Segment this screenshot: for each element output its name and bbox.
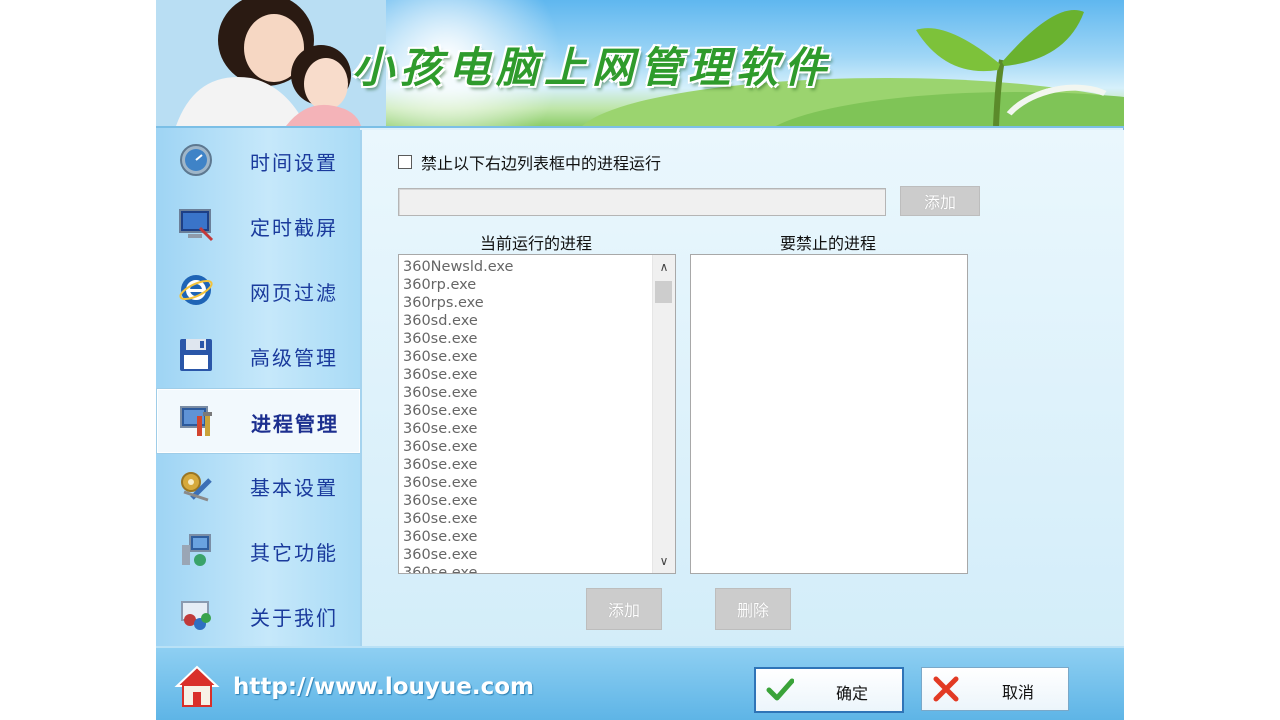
monitor-icon (179, 209, 214, 242)
sidebar-item-label: 基本设置 (250, 476, 338, 500)
ie-browser-icon (179, 275, 213, 305)
sidebar-item-label: 高级管理 (250, 346, 338, 370)
list-item[interactable]: 360se.exe (403, 564, 513, 573)
gear-tools-icon (181, 472, 212, 502)
running-processes-items: 360Newsld.exe 360rp.exe 360rps.exe 360sd.ex… (403, 258, 513, 573)
scroll-down-arrow-icon[interactable]: ∨ (653, 551, 675, 571)
list-item[interactable]: 360se.exe (403, 510, 513, 528)
sidebar-item-basic-settings[interactable]: 基本设置 (156, 453, 360, 517)
sidebar-item-label: 网页过滤 (250, 281, 338, 305)
running-processes-header: 当前运行的进程 (479, 234, 592, 253)
sidebar-item-label: 时间设置 (250, 151, 338, 175)
check-icon (766, 678, 794, 701)
floppy-disk-icon (180, 339, 212, 371)
sidebar-item-label: 进程管理 (251, 412, 339, 436)
list-item[interactable]: 360se.exe (403, 402, 513, 420)
sidebar-item-time-settings[interactable]: 时间设置 (156, 128, 360, 192)
process-name-input[interactable] (398, 188, 886, 216)
ok-button-label: 确定 (836, 684, 869, 703)
ok-button[interactable]: 确定 (754, 667, 904, 713)
remove-from-blocked-button[interactable]: 删除 (715, 588, 791, 630)
sidebar-item-process-management[interactable]: 进程管理 (156, 388, 360, 454)
footer-bar: http://www.louyue.com 确定 取消 (156, 646, 1124, 720)
cancel-button-label: 取消 (1002, 683, 1035, 702)
sidebar-item-about-us[interactable]: 关于我们 (156, 583, 360, 647)
sidebar-item-label: 关于我们 (250, 606, 338, 630)
list-item[interactable]: 360se.exe (403, 528, 513, 546)
header-banner: 小孩电脑上网管理软件 (156, 0, 1124, 128)
blocked-processes-header: 要禁止的进程 (779, 234, 876, 253)
running-list-scrollbar[interactable]: ∧ ∨ (652, 255, 675, 573)
list-item[interactable]: 360se.exe (403, 348, 513, 366)
list-item[interactable]: 360se.exe (403, 456, 513, 474)
tools-icon (180, 406, 212, 436)
list-item[interactable]: 360se.exe (403, 366, 513, 384)
blocked-processes-list[interactable] (690, 254, 968, 574)
list-item[interactable]: 360Newsld.exe (403, 258, 513, 276)
app-title: 小孩电脑上网管理软件 (352, 43, 833, 92)
process-management-panel: 禁止以下右边列表框中的进程运行 添加 当前运行的进程 要禁止的进程 360New… (360, 130, 1124, 646)
list-item[interactable]: 360se.exe (403, 384, 513, 402)
close-icon (933, 676, 959, 702)
running-processes-list[interactable]: 360Newsld.exe 360rp.exe 360rps.exe 360sd.ex… (398, 254, 676, 574)
sidebar-item-other-functions[interactable]: 其它功能 (156, 518, 360, 582)
list-item[interactable]: 360se.exe (403, 474, 513, 492)
list-item[interactable]: 360rp.exe (403, 276, 513, 294)
app-window: 小孩电脑上网管理软件 时间设置 定时截屏 网页过滤 高级管理 进程管理 基本设置… (156, 0, 1124, 720)
sidebar-item-web-filter[interactable]: 网页过滤 (156, 258, 360, 322)
list-item[interactable]: 360se.exe (403, 330, 513, 348)
add-process-name-button[interactable]: 添加 (900, 186, 980, 216)
sidebar-item-label: 其它功能 (250, 541, 338, 565)
clock-icon (180, 144, 212, 176)
website-link[interactable]: http://www.louyue.com (233, 674, 534, 700)
list-item[interactable]: 360se.exe (403, 420, 513, 438)
add-to-blocked-button[interactable]: 添加 (586, 588, 662, 630)
sprout-image (916, 10, 1084, 126)
home-icon[interactable] (174, 664, 220, 708)
sidebar: 时间设置 定时截屏 网页过滤 高级管理 进程管理 基本设置 其它功能 关于我们 (156, 128, 360, 646)
people-icon (181, 601, 211, 630)
cancel-button[interactable]: 取消 (921, 667, 1069, 711)
block-process-option[interactable]: 禁止以下右边列表框中的进程运行 (398, 152, 662, 173)
scroll-thumb[interactable] (655, 281, 672, 303)
list-item[interactable]: 360se.exe (403, 546, 513, 564)
block-process-checkbox-label: 禁止以下右边列表框中的进程运行 (421, 154, 662, 173)
list-item[interactable]: 360sd.exe (403, 312, 513, 330)
block-process-checkbox[interactable] (398, 155, 412, 169)
computer-network-icon (182, 534, 211, 566)
sidebar-item-scheduled-screenshot[interactable]: 定时截屏 (156, 193, 360, 257)
list-item[interactable]: 360se.exe (403, 438, 513, 456)
sidebar-item-advanced[interactable]: 高级管理 (156, 323, 360, 387)
list-item[interactable]: 360rps.exe (403, 294, 513, 312)
scroll-up-arrow-icon[interactable]: ∧ (653, 257, 675, 277)
list-item[interactable]: 360se.exe (403, 492, 513, 510)
sidebar-item-label: 定时截屏 (250, 216, 338, 240)
